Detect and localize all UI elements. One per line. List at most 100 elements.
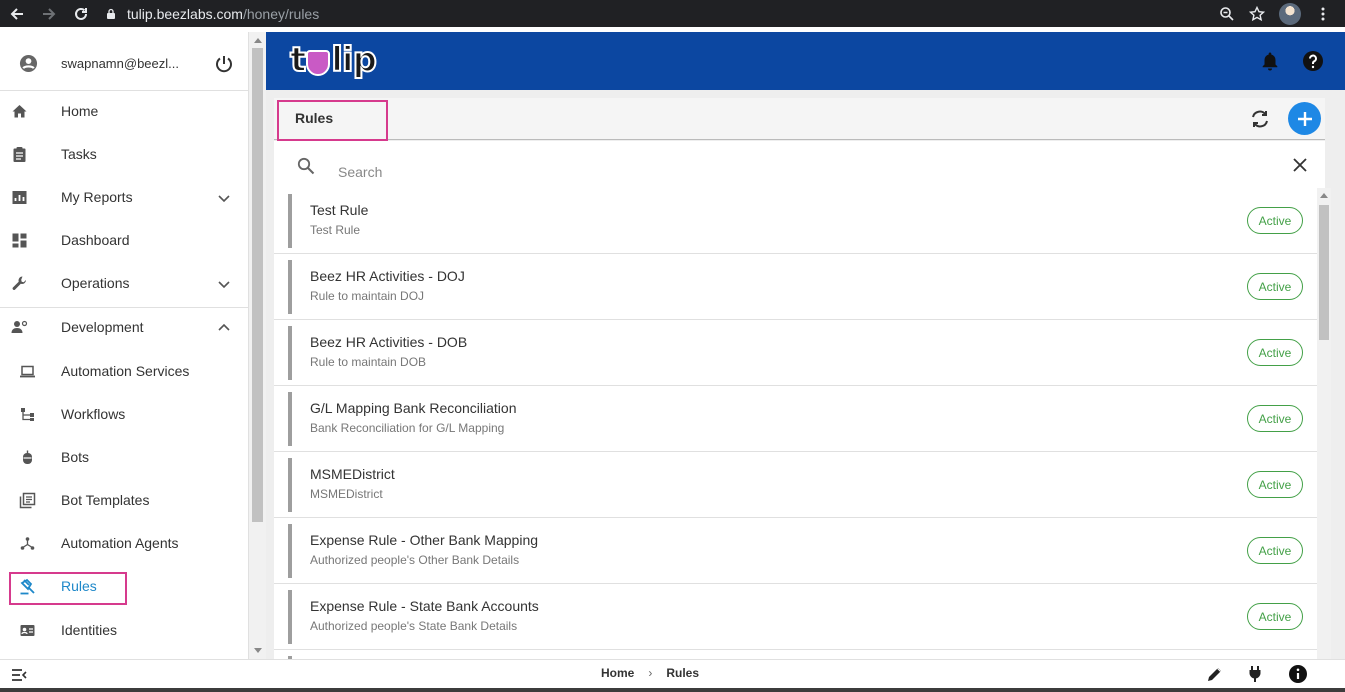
bot-icon — [23, 450, 32, 464]
sidebar-item-bot-templates[interactable]: Bot Templates — [0, 480, 248, 520]
sidebar-item-automation-services[interactable]: Automation Services — [0, 351, 248, 391]
search-icon — [297, 157, 315, 175]
status-badge: Active — [1247, 273, 1303, 300]
scroll-up-arrow[interactable] — [254, 38, 262, 43]
chevron-down-icon[interactable] — [216, 190, 232, 206]
address-bar[interactable]: tulip.beezlabs.com/honey/rules — [105, 6, 319, 22]
power-icon[interactable] — [214, 54, 234, 74]
status-badge: Active — [1247, 207, 1303, 234]
row-accent-bar — [288, 590, 292, 644]
profile-avatar[interactable] — [1279, 3, 1301, 25]
bell-icon[interactable] — [1261, 51, 1279, 71]
account-circle-icon — [19, 54, 38, 73]
breadcrumb-home[interactable]: Home — [601, 666, 634, 680]
scroll-up-arrow[interactable] — [1320, 193, 1328, 198]
rule-name: Beez HR Activities - DOJ — [310, 268, 465, 284]
rule-description: Authorized people's State Bank Details — [310, 619, 518, 633]
rule-description: Rule to maintain DOB — [310, 355, 427, 369]
status-badge: Active — [1247, 471, 1303, 498]
library-icon — [19, 492, 36, 509]
sidebar-item-label: Identities — [61, 622, 118, 638]
breadcrumb: Home › Rules — [601, 666, 699, 680]
clipboard-icon — [13, 147, 26, 162]
plug-icon[interactable] — [1247, 665, 1263, 683]
dashboard-icon — [12, 233, 27, 248]
pencil-icon[interactable] — [1206, 665, 1224, 683]
sidebar-item-label: Development — [61, 319, 144, 335]
list-item[interactable]: MSMEDistrict MSMEDistrict Active — [274, 452, 1321, 518]
search-bar — [274, 141, 1325, 187]
rule-name: Expense Rule - State Bank Accounts — [310, 598, 539, 614]
tulip-logo[interactable]: t lip — [289, 39, 378, 81]
sidebar-item-bots[interactable]: Bots — [0, 437, 248, 477]
sidebar-item-label: Bots — [61, 449, 90, 465]
more-icon[interactable] — [1315, 6, 1331, 22]
status-badge: Active — [1247, 603, 1303, 630]
list-item[interactable]: Expense Rule - State Bank Accounts Autho… — [274, 584, 1321, 650]
sidebar-scrollbar[interactable] — [249, 32, 266, 659]
breadcrumb-separator: › — [648, 666, 653, 680]
rule-name: Expense Rule - Other Bank Mapping — [310, 532, 539, 548]
sidebar-item-home[interactable]: Home — [0, 91, 248, 131]
lock-icon — [107, 8, 115, 19]
sidebar-item-my-reports[interactable]: My Reports — [0, 177, 248, 217]
breadcrumb-current: Rules — [666, 666, 700, 680]
list-item[interactable]: Expense Rule - Other Bank Mapping Author… — [274, 518, 1321, 584]
browser-toolbar: tulip.beezlabs.com/honey/rules — [0, 0, 1345, 27]
list-item[interactable]: Test Rule Test Rule Active — [274, 188, 1321, 254]
sidebar-item-label: My Reports — [61, 189, 133, 205]
sidebar-item-label: Automation Agents — [61, 535, 179, 551]
reload-icon[interactable] — [71, 4, 91, 24]
status-badge: Active — [1247, 537, 1303, 564]
row-accent-bar — [288, 524, 292, 578]
back-icon[interactable] — [7, 4, 27, 24]
search-input[interactable] — [338, 161, 1238, 183]
list-scrollbar[interactable] — [1317, 188, 1331, 659]
status-badge: Active — [1247, 405, 1303, 432]
sidebar-item-label: Tasks — [61, 146, 97, 162]
chevron-down-icon[interactable] — [216, 276, 232, 292]
star-icon[interactable] — [1249, 6, 1265, 22]
sidebar-item-label: Automation Services — [61, 363, 190, 379]
sidebar-item-tasks[interactable]: Tasks — [0, 134, 248, 174]
agents-icon — [20, 537, 35, 550]
list-item[interactable]: Beez HR Activities - DOJ Rule to maintai… — [274, 254, 1321, 320]
menu-collapse-icon[interactable] — [11, 667, 27, 683]
list-item[interactable] — [274, 650, 1321, 659]
sidebar-item-automation-agents[interactable]: Automation Agents — [0, 523, 248, 563]
rules-list: Test Rule Test Rule Active Beez HR Activ… — [274, 188, 1321, 659]
info-icon[interactable] — [1288, 664, 1308, 684]
rule-description: Rule to maintain DOJ — [310, 289, 425, 303]
window-bottom-edge — [0, 688, 1345, 692]
list-item[interactable]: G/L Mapping Bank Reconciliation Bank Rec… — [274, 386, 1321, 452]
sidebar-item-label: Workflows — [61, 406, 126, 422]
scrollbar-thumb[interactable] — [252, 48, 263, 522]
sidebar-item-dashboard[interactable]: Dashboard — [0, 220, 248, 260]
sidebar-item-development[interactable]: Development — [0, 307, 248, 347]
row-accent-bar — [288, 392, 292, 446]
rule-name: G/L Mapping Bank Reconciliation — [310, 400, 517, 416]
panel-header: Rules — [274, 98, 1325, 140]
tulip-flower-icon — [306, 50, 331, 76]
main-content: Rules Test Rule Test Rule Active Beez HR… — [266, 90, 1345, 659]
scroll-down-arrow[interactable] — [254, 648, 262, 653]
rule-description: MSMEDistrict — [310, 487, 383, 501]
forward-icon[interactable] — [39, 4, 59, 24]
url-text: tulip.beezlabs.com/honey/rules — [127, 5, 320, 22]
sidebar-item-workflows[interactable]: Workflows — [0, 394, 248, 434]
rule-description: Bank Reconciliation for G/L Mapping — [310, 421, 505, 435]
refresh-icon[interactable] — [1249, 108, 1271, 130]
add-rule-button[interactable] — [1288, 102, 1321, 135]
chevron-up-icon[interactable] — [216, 320, 232, 336]
zoom-icon[interactable] — [1219, 6, 1235, 22]
help-icon[interactable] — [1302, 50, 1324, 72]
sidebar-item-label: Bot Templates — [61, 492, 150, 508]
scrollbar-thumb[interactable] — [1319, 205, 1329, 340]
list-item[interactable]: Beez HR Activities - DOB Rule to maintai… — [274, 320, 1321, 386]
rule-description: Test Rule — [310, 223, 361, 237]
close-icon[interactable] — [1292, 157, 1308, 173]
laptop-icon — [20, 365, 35, 378]
sidebar-item-label: Dashboard — [61, 232, 130, 248]
sidebar-item-identities[interactable]: Identities — [0, 610, 248, 650]
sidebar-item-operations[interactable]: Operations — [0, 263, 248, 303]
